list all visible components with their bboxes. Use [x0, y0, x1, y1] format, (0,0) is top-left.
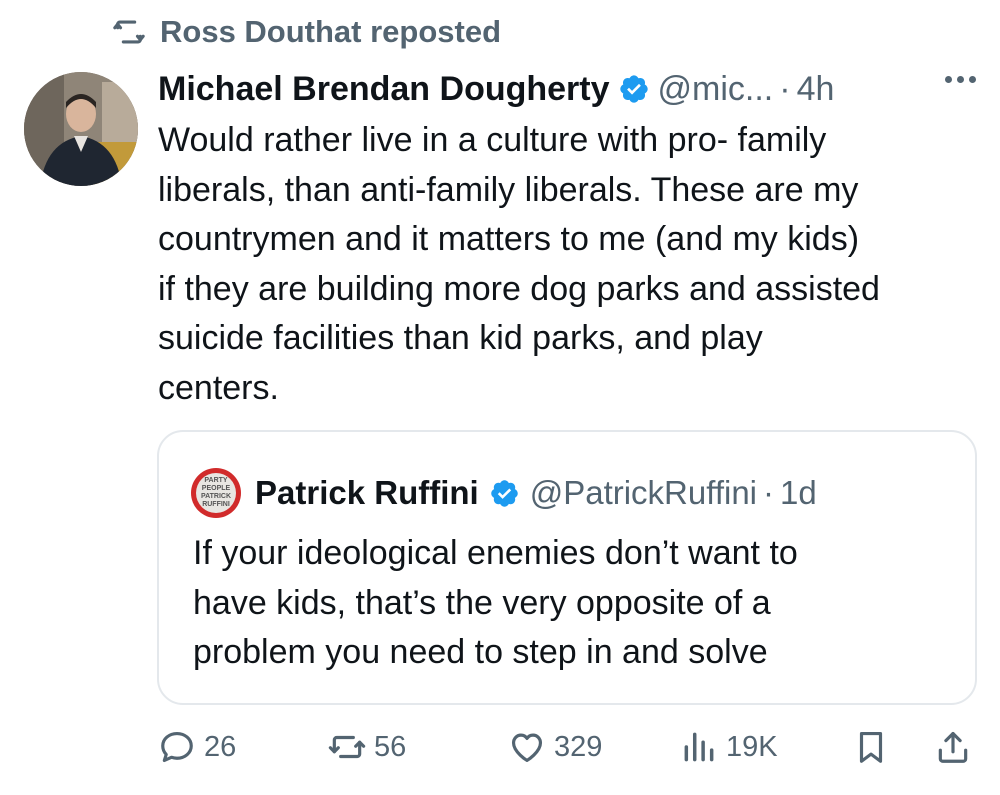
quoted-tweet-card[interactable]: PARTY PEOPLE PATRICK RUFFINI Patrick Ruf…	[157, 430, 977, 705]
separator-dot: ·	[779, 69, 791, 108]
tweet-view: Ross Douthat reposted Michael Brendan Do…	[0, 0, 1000, 795]
tweet-time[interactable]: 4h	[797, 70, 835, 109]
quoted-tweet-text: If your ideological enemies don’t want t…	[193, 534, 798, 671]
repost-indicator[interactable]: Ross Douthat reposted	[112, 14, 501, 50]
verified-badge-icon[interactable]	[489, 478, 520, 509]
repost-text: Ross Douthat reposted	[160, 14, 502, 49]
repost-button[interactable]: 56	[328, 722, 406, 772]
bookmark-button[interactable]	[852, 722, 890, 772]
quoted-avatar[interactable]: PARTY PEOPLE PATRICK RUFFINI	[191, 468, 241, 518]
author-handle[interactable]: @mic...	[658, 70, 774, 109]
reply-button[interactable]: 26	[158, 722, 236, 772]
share-button[interactable]	[934, 722, 972, 772]
repost-count: 56	[374, 730, 407, 763]
heart-icon	[511, 733, 543, 763]
reply-icon	[161, 731, 193, 763]
author-name[interactable]: Michael Brendan Dougherty	[158, 70, 610, 109]
separator-dot: ·	[763, 474, 774, 511]
more-options-icon[interactable]	[945, 76, 976, 83]
quoted-tweet-time[interactable]: 1d	[780, 474, 817, 512]
share-icon	[938, 731, 968, 763]
repost-icon	[113, 20, 145, 44]
views-button[interactable]: 19K	[680, 722, 778, 772]
like-button[interactable]: 329	[508, 722, 602, 772]
tweet-header: Michael Brendan Dougherty @mic... · 4h	[158, 66, 980, 112]
quoted-avatar-logo: PARTY PEOPLE PATRICK RUFFINI	[196, 473, 236, 513]
avatar[interactable]	[24, 72, 138, 186]
like-count: 329	[554, 730, 603, 763]
verified-badge-icon[interactable]	[618, 73, 650, 105]
views-count: 19K	[726, 730, 778, 763]
quoted-author-handle[interactable]: @PatrickRuffini	[530, 474, 757, 512]
action-bar: 26 56 329 19K	[158, 722, 978, 772]
quoted-tweet-header: Patrick Ruffini @PatrickRuffini · 1d	[255, 468, 817, 518]
tweet-text: Would rather live in a culture with pro-…	[158, 121, 880, 407]
repost-icon	[328, 735, 366, 759]
quoted-author-name[interactable]: Patrick Ruffini	[255, 474, 479, 512]
views-chart-icon	[684, 732, 714, 762]
bookmark-icon	[859, 731, 883, 763]
reply-count: 26	[204, 730, 237, 763]
